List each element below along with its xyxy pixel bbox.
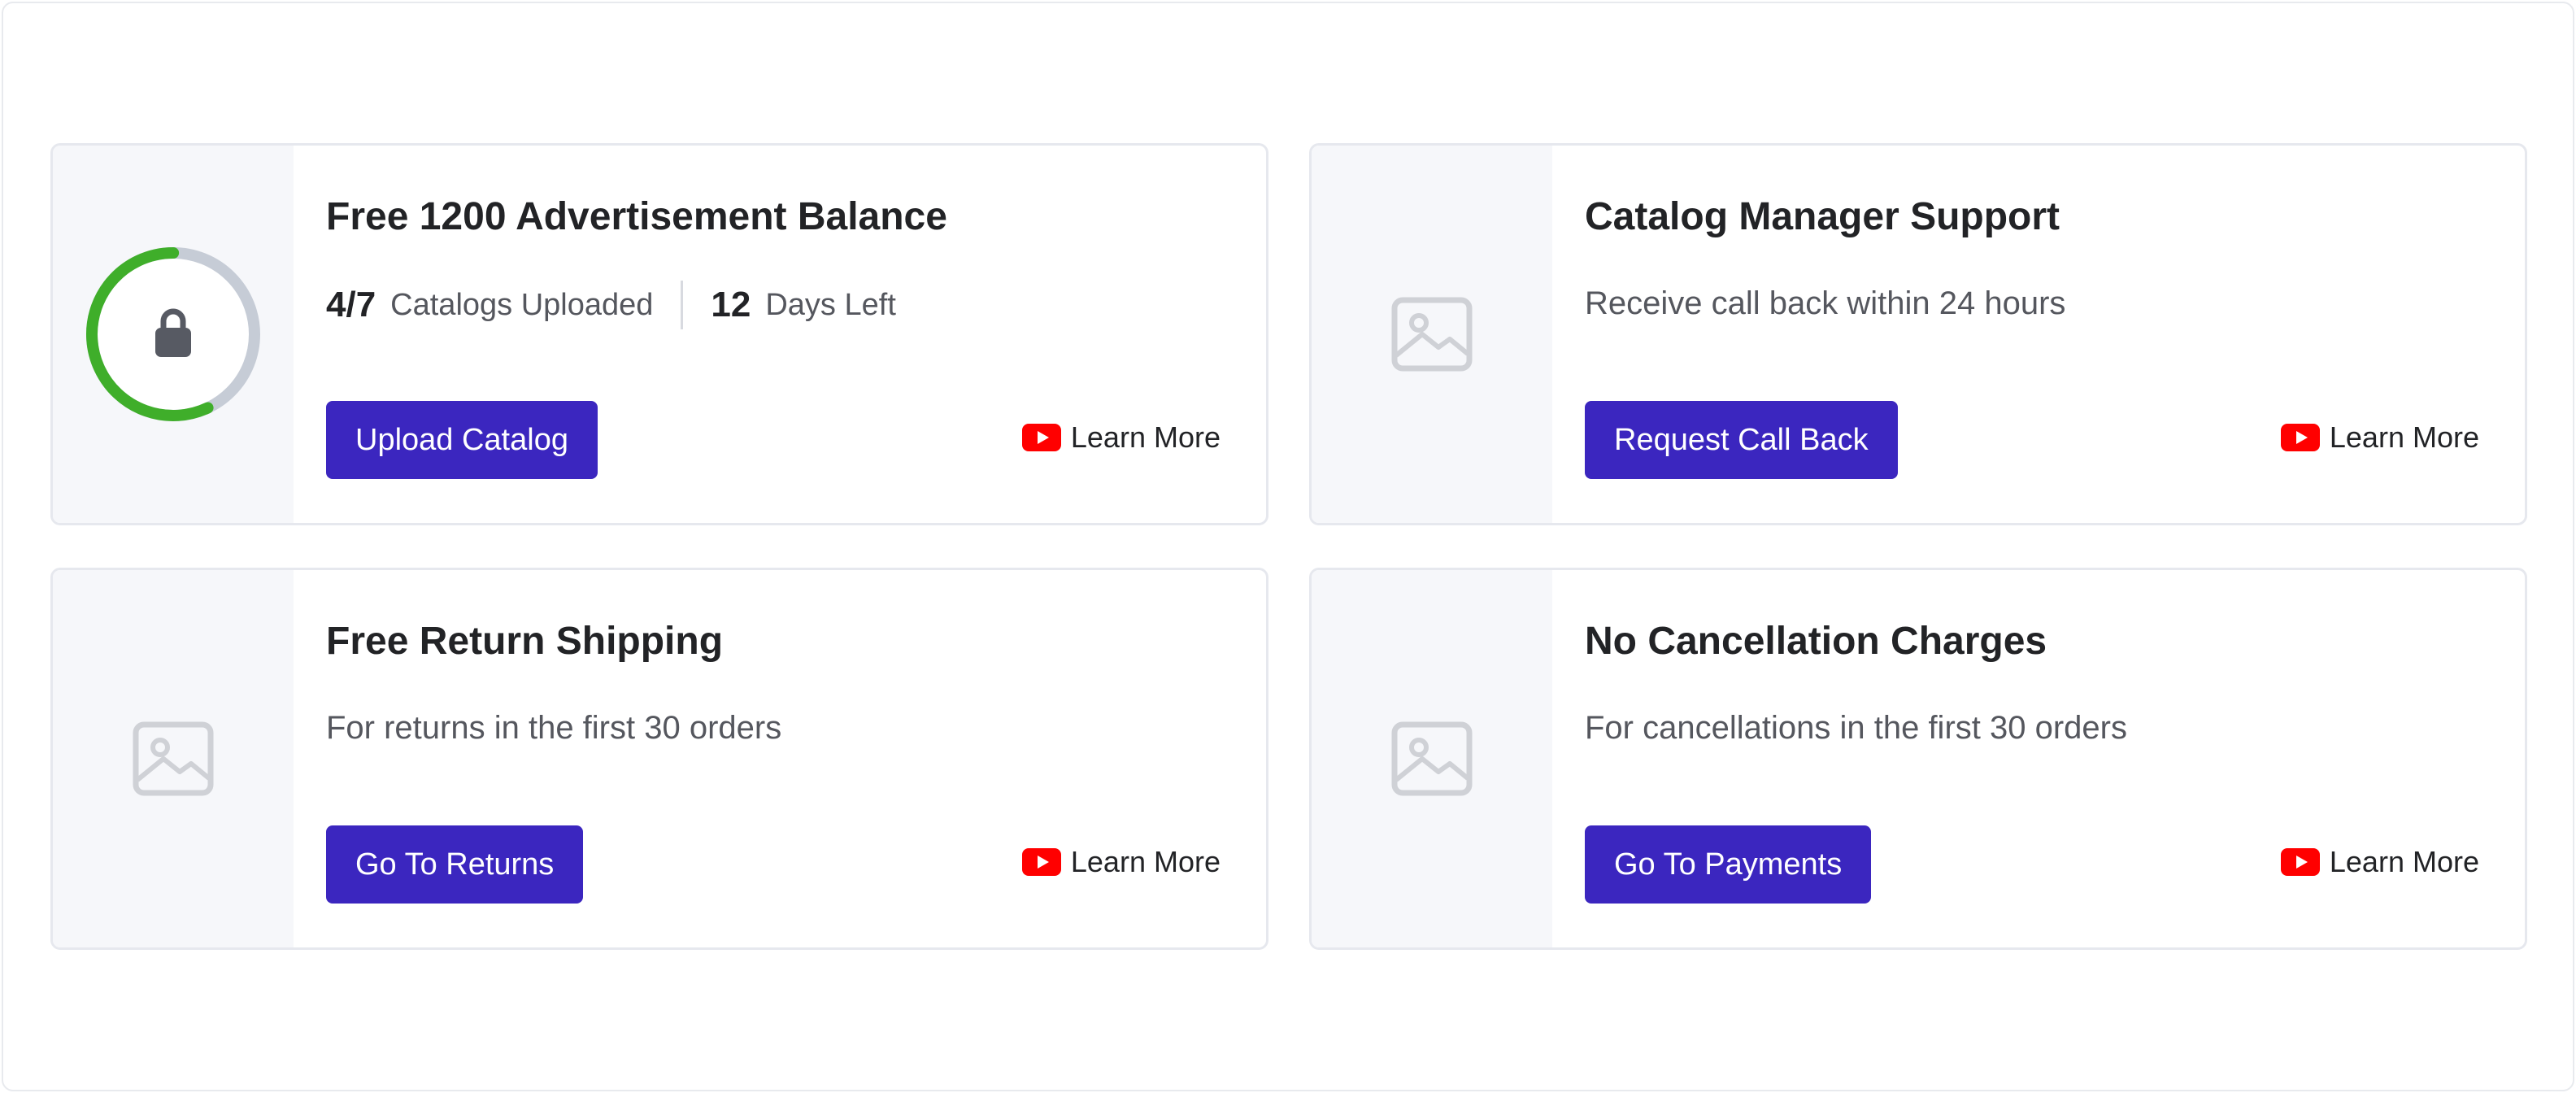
card-title: No Cancellation Charges	[1585, 620, 2047, 663]
learn-more-label: Learn More	[1070, 420, 1221, 454]
lock-icon	[155, 308, 191, 357]
offers-panel: Free 1200 Advertisement Balance 4/7 Cata…	[2, 2, 2574, 1091]
advertisement-balance-card: Free 1200 Advertisement Balance 4/7 Cata…	[50, 143, 1268, 525]
catalog-manager-support-card: Catalog Manager Support Receive call bac…	[1309, 143, 2527, 525]
go-to-returns-button[interactable]: Go To Returns	[326, 825, 584, 904]
youtube-icon	[1021, 424, 1061, 451]
upload-catalog-button[interactable]: Upload Catalog	[326, 401, 598, 479]
card-title: Free 1200 Advertisement Balance	[326, 195, 947, 238]
stats-divider	[681, 281, 684, 329]
learn-more-link[interactable]: Learn More	[1021, 420, 1221, 455]
card-media	[1312, 570, 1552, 947]
youtube-icon	[2280, 848, 2320, 876]
free-return-shipping-card: Free Return Shipping For returns in the …	[50, 568, 1268, 950]
learn-more-label: Learn More	[1070, 845, 1221, 878]
card-body: Free Return Shipping For returns in the …	[326, 570, 1221, 947]
catalogs-uploaded-count: 4/7	[326, 285, 376, 324]
learn-more-label: Learn More	[2329, 420, 2479, 454]
card-subtitle: For cancellations in the first 30 orders	[1585, 710, 2127, 746]
image-placeholder-icon	[133, 721, 214, 796]
card-body: Catalog Manager Support Receive call bac…	[1585, 146, 2479, 523]
card-title: Catalog Manager Support	[1585, 195, 2060, 238]
card-media	[1312, 146, 1552, 523]
card-body: No Cancellation Charges For cancellation…	[1585, 570, 2479, 947]
card-media	[53, 146, 294, 523]
days-left-count: 12	[711, 285, 751, 324]
card-subtitle: For returns in the first 30 orders	[326, 710, 782, 746]
card-stats: 4/7 Catalogs Uploaded 12 Days Left	[326, 281, 896, 329]
card-body: Free 1200 Advertisement Balance 4/7 Cata…	[326, 146, 1221, 523]
card-title: Free Return Shipping	[326, 620, 724, 663]
youtube-icon	[1021, 848, 1061, 876]
catalogs-uploaded-label: Catalogs Uploaded	[390, 287, 654, 322]
catalog-progress-ring	[84, 245, 263, 424]
no-cancellation-charges-card: No Cancellation Charges For cancellation…	[1309, 568, 2527, 950]
learn-more-link[interactable]: Learn More	[1021, 845, 1221, 879]
youtube-icon	[2280, 424, 2320, 451]
card-subtitle: Receive call back within 24 hours	[1585, 285, 2066, 321]
go-to-payments-button[interactable]: Go To Payments	[1585, 825, 1872, 904]
days-left-label: Days Left	[765, 287, 896, 322]
image-placeholder-icon	[1391, 721, 1473, 796]
image-placeholder-icon	[1391, 297, 1473, 372]
learn-more-label: Learn More	[2329, 845, 2479, 878]
learn-more-link[interactable]: Learn More	[2280, 420, 2479, 455]
request-call-back-button[interactable]: Request Call Back	[1585, 401, 1898, 479]
card-media	[53, 570, 294, 947]
learn-more-link[interactable]: Learn More	[2280, 845, 2479, 879]
